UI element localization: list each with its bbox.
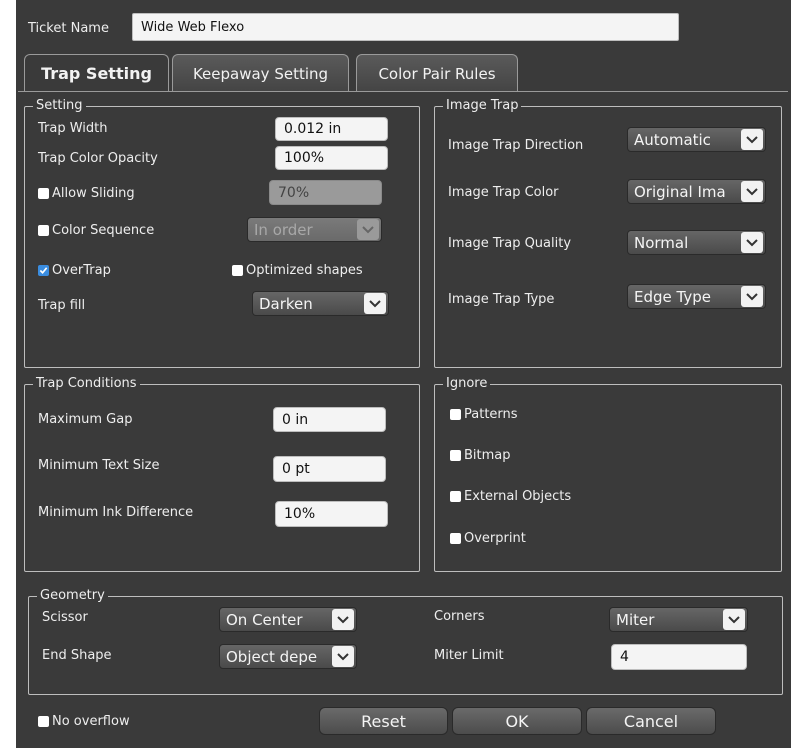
trap-color-opacity-label: Trap Color Opacity <box>38 151 158 166</box>
bitmap-label: Bitmap <box>464 448 511 463</box>
miter-limit-input[interactable]: 4 <box>611 644 747 670</box>
setting-legend: Setting <box>33 98 86 113</box>
chevron-down-icon <box>364 293 386 314</box>
tab-keepaway-setting[interactable]: Keepaway Setting <box>172 54 349 92</box>
image-trap-quality-select[interactable]: Normal <box>627 230 766 255</box>
image-trap-type-select[interactable]: Edge Type <box>627 284 766 309</box>
cancel-button[interactable]: Cancel <box>586 707 716 735</box>
maximum-gap-input[interactable]: 0 in <box>273 407 386 432</box>
checkbox-box[interactable] <box>38 716 49 727</box>
patterns-label: Patterns <box>464 407 518 422</box>
trap-color-opacity-input[interactable]: 100% <box>275 146 388 170</box>
overtrap-label: OverTrap <box>52 263 111 278</box>
trap-fill-label: Trap fill <box>38 298 86 313</box>
end-shape-value: Object depe <box>226 647 318 666</box>
image-trap-color-value: Original Ima <box>634 182 726 201</box>
minimum-text-size-input[interactable]: 0 pt <box>273 456 386 482</box>
checkbox-box[interactable] <box>38 188 49 199</box>
overprint-checkbox[interactable]: Overprint <box>450 531 526 546</box>
end-shape-select[interactable]: Object depe <box>219 644 357 669</box>
corners-label: Corners <box>434 609 485 624</box>
color-sequence-checkbox[interactable]: Color Sequence <box>38 223 154 238</box>
chevron-down-icon <box>357 219 379 240</box>
no-overflow-checkbox[interactable]: No overflow <box>38 714 130 729</box>
chevron-down-icon <box>741 286 763 307</box>
miter-limit-label: Miter Limit <box>434 648 504 663</box>
checkbox-box[interactable] <box>38 225 49 236</box>
tab-color-pair-rules[interactable]: Color Pair Rules <box>356 54 518 92</box>
minimum-text-size-label: Minimum Text Size <box>38 458 160 473</box>
reset-button[interactable]: Reset <box>319 707 448 735</box>
geometry-legend: Geometry <box>37 588 108 603</box>
no-overflow-label: No overflow <box>52 714 130 729</box>
image-trap-type-label: Image Trap Type <box>448 292 555 307</box>
ticket-name-input[interactable]: Wide Web Flexo <box>132 13 679 41</box>
optimized-shapes-label: Optimized shapes <box>246 263 363 278</box>
chevron-down-icon <box>332 609 354 630</box>
corners-value: Miter <box>616 610 655 629</box>
checkbox-box[interactable] <box>450 409 461 420</box>
chevron-down-icon <box>741 129 763 150</box>
image-trap-color-select[interactable]: Original Ima <box>627 179 766 204</box>
minimum-ink-difference-input[interactable]: 10% <box>275 501 388 527</box>
trap-fill-value: Darken <box>259 294 313 313</box>
allow-sliding-checkbox[interactable]: Allow Sliding <box>38 186 135 201</box>
minimum-ink-difference-label: Minimum Ink Difference <box>38 505 194 520</box>
chevron-down-icon <box>741 181 763 202</box>
image-trap-type-value: Edge Type <box>634 287 711 306</box>
chevron-down-icon <box>332 646 354 667</box>
image-trap-direction-label: Image Trap Direction <box>448 138 584 153</box>
image-trap-quality-value: Normal <box>634 233 689 252</box>
color-sequence-value: In order <box>254 220 313 239</box>
checkbox-box[interactable] <box>450 450 461 461</box>
scissor-value: On Center <box>226 610 303 629</box>
checkbox-box[interactable] <box>450 533 461 544</box>
corners-select[interactable]: Miter <box>609 607 748 632</box>
allow-sliding-label: Allow Sliding <box>52 186 135 201</box>
trap-width-label: Trap Width <box>38 121 108 136</box>
patterns-checkbox[interactable]: Patterns <box>450 407 518 422</box>
image-trap-color-label: Image Trap Color <box>448 185 559 200</box>
tab-trap-setting[interactable]: Trap Setting <box>24 54 169 92</box>
external-objects-checkbox[interactable]: External Objects <box>450 489 571 504</box>
maximum-gap-label: Maximum Gap <box>38 412 133 427</box>
trap-fill-select[interactable]: Darken <box>252 291 389 316</box>
image-trap-direction-value: Automatic <box>634 130 711 149</box>
optimized-shapes-checkbox[interactable]: Optimized shapes <box>232 263 363 278</box>
color-sequence-label: Color Sequence <box>52 223 155 238</box>
allow-sliding-input: 70% <box>269 180 382 205</box>
trap-width-input[interactable]: 0.012 in <box>275 117 388 141</box>
checkbox-box[interactable] <box>232 265 243 276</box>
scissor-label: Scissor <box>42 610 88 625</box>
external-objects-label: External Objects <box>464 489 572 504</box>
color-sequence-select: In order <box>247 217 382 242</box>
image-trap-legend: Image Trap <box>443 98 522 113</box>
ok-button[interactable]: OK <box>452 707 582 735</box>
ticket-name-label: Ticket Name <box>28 21 109 36</box>
bitmap-checkbox[interactable]: Bitmap <box>450 448 511 463</box>
ignore-legend: Ignore <box>443 376 491 391</box>
scissor-select[interactable]: On Center <box>219 607 357 632</box>
trap-conditions-legend: Trap Conditions <box>33 376 140 391</box>
overtrap-checkbox[interactable]: OverTrap <box>38 263 111 278</box>
trap-settings-dialog: Ticket Name Wide Web Flexo Trap Setting … <box>16 0 791 748</box>
checkbox-box[interactable] <box>38 265 49 276</box>
chevron-down-icon <box>723 609 745 630</box>
image-trap-direction-select[interactable]: Automatic <box>627 127 766 152</box>
tab-divider <box>18 91 788 92</box>
end-shape-label: End Shape <box>42 648 112 663</box>
image-trap-quality-label: Image Trap Quality <box>448 236 572 251</box>
chevron-down-icon <box>741 232 763 253</box>
checkbox-box[interactable] <box>450 491 461 502</box>
overprint-label: Overprint <box>464 531 526 546</box>
